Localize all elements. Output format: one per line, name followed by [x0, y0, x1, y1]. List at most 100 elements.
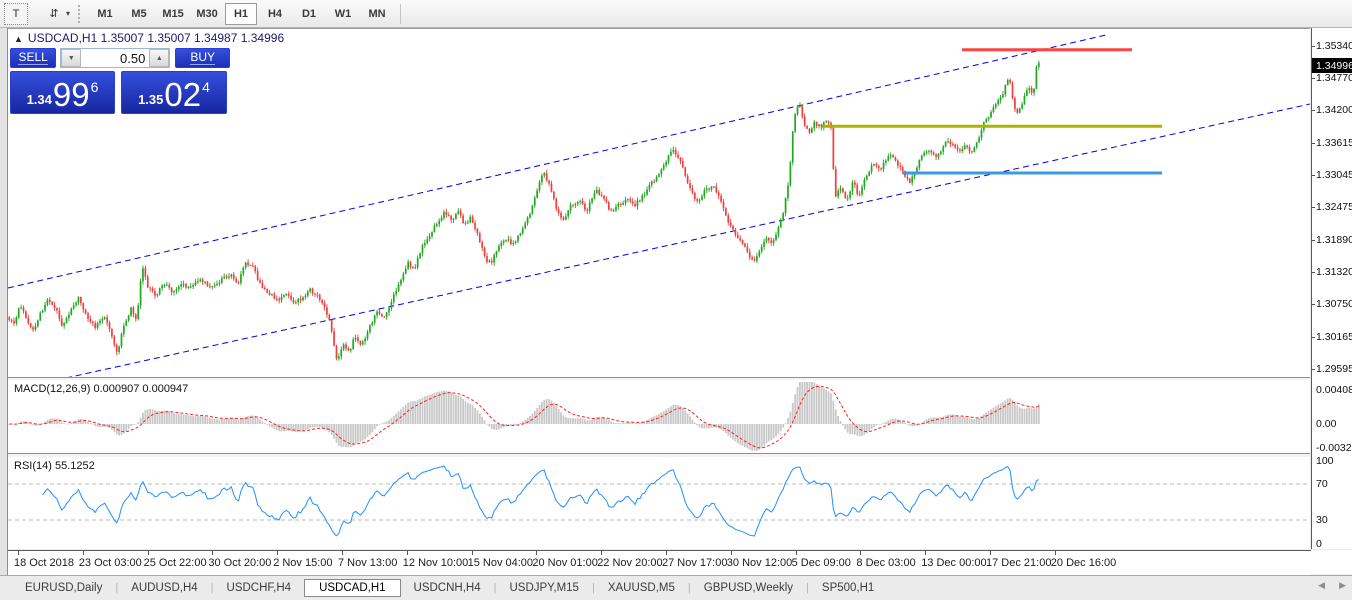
price-axis-label: 1.31890	[1316, 234, 1352, 246]
time-axis-label: 8 Dec 03:00	[856, 557, 915, 569]
time-axis-label: 7 Nov 13:00	[338, 557, 397, 569]
time-axis-label: 20 Nov 01:00	[532, 557, 597, 569]
chart-tab-sp500-h1[interactable]: SP500,H1	[809, 580, 887, 596]
price-axis-label: 1.32475	[1316, 201, 1352, 213]
time-axis-tick	[407, 551, 408, 555]
time-axis-tick	[536, 551, 537, 555]
time-axis-label: 23 Oct 03:00	[79, 557, 142, 569]
scroll-left-icon[interactable]: ◀	[1318, 580, 1325, 591]
chart-tab-xauusd-m5[interactable]: XAUUSD,M5	[595, 580, 688, 596]
tab-scrollers: ◀ ▶	[1318, 580, 1346, 591]
chart-tab-usdcad-h1[interactable]: USDCAD,H1	[304, 579, 400, 597]
volume-up-button[interactable]: ▲	[149, 49, 169, 67]
timeframe-button-mn[interactable]: MN	[361, 3, 393, 25]
collapse-triangle-icon[interactable]: ▲	[14, 34, 23, 44]
macd-label: MACD(12,26,9) 0.000907 0.000947	[14, 383, 188, 395]
time-axis-tick	[277, 551, 278, 555]
chart-ohlc-title: USDCAD,H1 1.35007 1.35007 1.34987 1.3499…	[28, 31, 284, 45]
time-axis-label: 12 Nov 10:00	[403, 557, 468, 569]
scroll-right-icon[interactable]: ▶	[1339, 580, 1346, 591]
chart-tab-eurusd-daily[interactable]: EURUSD,Daily	[12, 580, 115, 596]
price-axis-tick	[1312, 369, 1315, 370]
rsi-indicator-panel[interactable]	[8, 457, 1310, 549]
time-axis-label: 30 Oct 20:00	[208, 557, 271, 569]
macd-indicator-panel[interactable]	[8, 380, 1310, 453]
price-axis-tick	[1312, 46, 1315, 47]
sell-button[interactable]: SELL	[10, 48, 56, 68]
time-axis-tick	[990, 551, 991, 555]
timeframe-button-m15[interactable]: M15	[157, 3, 189, 25]
timeframe-button-m5[interactable]: M5	[123, 3, 155, 25]
rsi-axis-label: 70	[1316, 478, 1328, 490]
price-axis-tick	[1312, 110, 1315, 111]
timeframe-button-m1[interactable]: M1	[89, 3, 121, 25]
arrange-arrows-icon[interactable]: ⇵	[43, 3, 65, 25]
price-axis-tick	[1312, 272, 1315, 273]
chart-tab-gbpusd-weekly[interactable]: GBPUSD,Weekly	[691, 580, 806, 596]
price-axis-tick	[1312, 240, 1315, 241]
price-axis-tick	[1312, 143, 1315, 144]
time-axis-label: 22 Nov 20:00	[597, 557, 662, 569]
time-axis-tick	[925, 551, 926, 555]
price-axis-tick	[1312, 337, 1315, 338]
price-axis-label: 1.34200	[1316, 104, 1352, 116]
macd-axis-label: -0.003262	[1316, 442, 1352, 454]
price-axis-tick	[1312, 78, 1315, 79]
time-axis-tick	[148, 551, 149, 555]
current-price-tag: 1.34996	[1312, 58, 1352, 73]
time-axis-tick	[796, 551, 797, 555]
price-axis-tick	[1312, 304, 1315, 305]
time-axis-tick	[601, 551, 602, 555]
time-axis-label: 18 Oct 2018	[14, 557, 74, 569]
timeframe-button-d1[interactable]: D1	[293, 3, 325, 25]
price-axis-label: 1.30165	[1316, 331, 1352, 343]
chart-window-title: ▲ USDCAD,H1 1.35007 1.35007 1.34987 1.349…	[14, 31, 284, 45]
volume-down-button[interactable]: ▼	[61, 49, 81, 67]
timeframe-button-m30[interactable]: M30	[191, 3, 223, 25]
chart-tab-audusd-h4[interactable]: AUDUSD,H4	[118, 580, 210, 596]
time-axis-tick	[472, 551, 473, 555]
price-axis-label: 1.35340	[1316, 40, 1352, 52]
time-axis-tick	[860, 551, 861, 555]
volume-stepper: ▼ ▲	[60, 48, 170, 68]
chart-tab-usdchf-h4[interactable]: USDCHF,H4	[214, 580, 305, 596]
price-axis-tick	[1312, 175, 1315, 176]
toolbar-separator	[400, 4, 401, 24]
sell-price-display[interactable]: 1.34 99 6	[10, 71, 115, 114]
time-axis-label: 13 Dec 00:00	[921, 557, 986, 569]
buy-price-display[interactable]: 1.35 02 4	[121, 71, 227, 114]
time-axis-label: 25 Oct 22:00	[144, 557, 207, 569]
price-axis-label: 1.30750	[1316, 298, 1352, 310]
axis-corner	[1311, 550, 1352, 574]
price-axis-label: 1.34770	[1316, 72, 1352, 84]
timeframe-button-h1[interactable]: H1	[225, 3, 257, 25]
time-axis-tick	[666, 551, 667, 555]
price-axis-label: 1.29595	[1316, 363, 1352, 375]
chart-tab-bar: EURUSD,Daily|AUDUSD,H4|USDCHF,H4USDCAD,H…	[0, 576, 1352, 600]
time-axis-tick	[212, 551, 213, 555]
chart-tab-usdjpy-m15[interactable]: USDJPY,M15	[496, 580, 591, 596]
buy-button[interactable]: BUY	[175, 48, 230, 68]
macd-axis-label: 0.004083	[1316, 384, 1352, 396]
buy-price-sup: 4	[202, 79, 210, 95]
price-axis-label: 1.33045	[1316, 169, 1352, 181]
time-axis-tick	[731, 551, 732, 555]
toolbar-dropdown-caret-icon[interactable]: ▾	[66, 9, 70, 18]
price-axis-tick	[1312, 207, 1315, 208]
timeframe-button-w1[interactable]: W1	[327, 3, 359, 25]
time-axis[interactable]: 18 Oct 2018 23 Oct 03:0025 Oct 22:0030 Oc…	[8, 550, 1311, 575]
volume-input[interactable]	[81, 49, 149, 67]
sell-price-big: 99	[53, 78, 90, 111]
time-axis-label: 15 Nov 04:00	[468, 557, 533, 569]
text-tool-button[interactable]: T	[4, 3, 28, 25]
chart-tab-usdcnh-h4[interactable]: USDCNH,H4	[401, 580, 494, 596]
timeframe-button-h4[interactable]: H4	[259, 3, 291, 25]
time-axis-label: 30 Nov 12:00	[727, 557, 792, 569]
timeframe-toolbar: M1M5M15M30H1H4D1W1MN	[88, 3, 394, 25]
price-axis[interactable]: 1.353401.347701.342001.336151.330451.324…	[1311, 28, 1352, 549]
time-axis-label: 20 Dec 16:00	[1051, 557, 1116, 569]
toolbar-grip[interactable]	[78, 5, 80, 23]
macd-axis-label: 0.00	[1316, 418, 1336, 430]
time-axis-tick	[342, 551, 343, 555]
time-axis-label: 17 Dec 21:00	[986, 557, 1051, 569]
